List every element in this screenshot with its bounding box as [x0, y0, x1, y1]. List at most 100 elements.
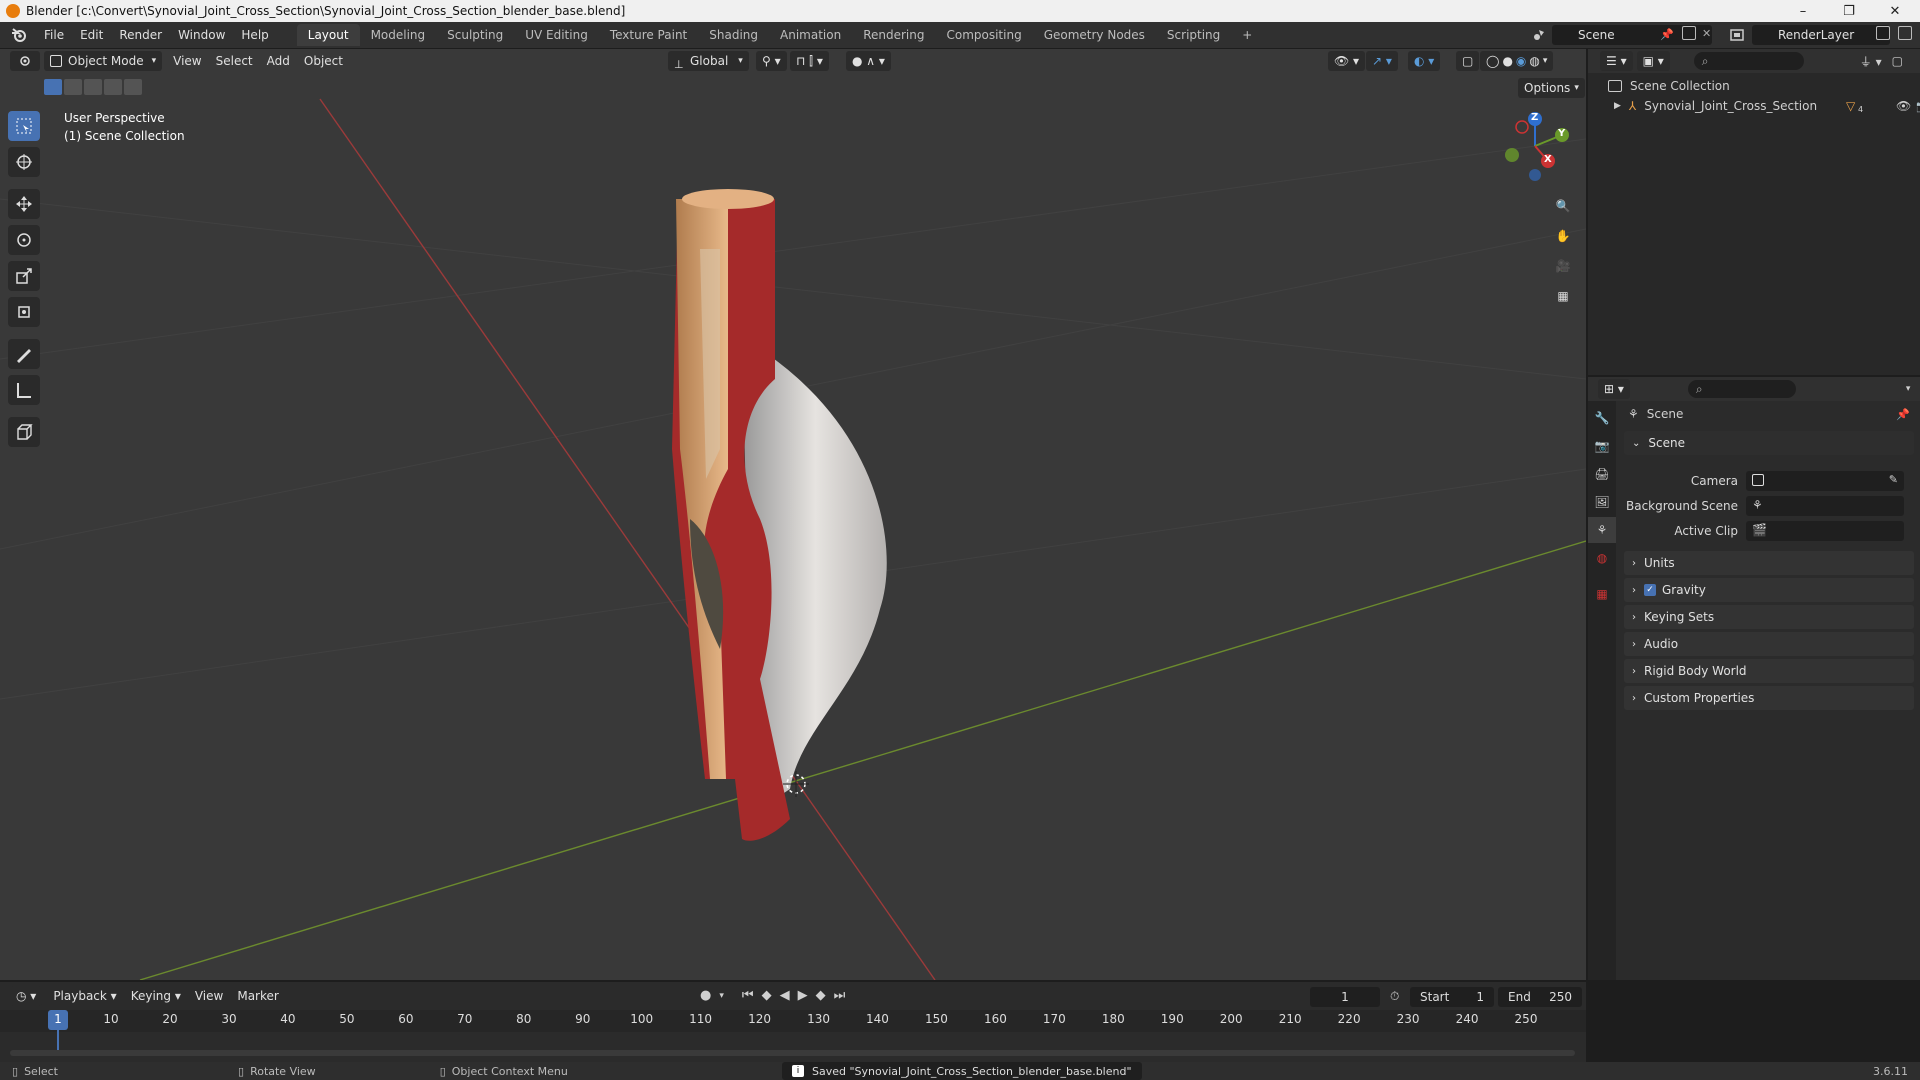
visibility-icon[interactable]: 👁 ▾: [1328, 51, 1366, 71]
tab-layout[interactable]: Layout: [296, 24, 360, 46]
shading-mode-icons[interactable]: ◯ ● ◉ ◍ ▾: [1480, 51, 1554, 71]
properties-editor-icon[interactable]: ⊞ ▾: [1598, 379, 1630, 399]
record-keyframe-icon[interactable]: ●: [700, 988, 711, 1003]
render-layer-field[interactable]: RenderLayer: [1752, 25, 1890, 45]
tab-shading[interactable]: Shading: [698, 24, 769, 46]
select-intersect-icon[interactable]: [124, 79, 142, 95]
viewport-menu-add[interactable]: Add: [260, 54, 297, 68]
end-frame-field[interactable]: End 250: [1498, 987, 1582, 1007]
view-layer-icon[interactable]: [1724, 26, 1750, 44]
tab-rendering[interactable]: Rendering: [852, 24, 935, 46]
rendered-shading-icon[interactable]: ◍: [1529, 51, 1539, 71]
render-tab-icon[interactable]: 📷: [1588, 433, 1616, 459]
outliner-search-input[interactable]: ⌕: [1693, 52, 1804, 70]
output-tab-icon[interactable]: 🖨: [1588, 461, 1616, 487]
transform-orientation-dropdown[interactable]: ⊥ Global ▾: [668, 51, 749, 71]
jump-keyframe-back-icon[interactable]: ◆: [762, 988, 772, 1003]
annotate-tool[interactable]: [8, 339, 40, 369]
gravity-checkbox[interactable]: ✓: [1644, 584, 1656, 596]
tab-compositing[interactable]: Compositing: [935, 24, 1032, 46]
audio-panel-header[interactable]: › Audio: [1624, 632, 1914, 656]
remove-layer-icon[interactable]: [1898, 26, 1912, 40]
minimize-button[interactable]: –: [1780, 0, 1826, 22]
options-dropdown[interactable]: Options ▾: [1518, 78, 1585, 98]
close-button[interactable]: ✕: [1872, 0, 1918, 22]
add-workspace-button[interactable]: +: [1231, 24, 1263, 46]
3d-viewport[interactable]: Object Mode ▾ View Select Add Object ⊥ G…: [0, 49, 1586, 980]
outliner-editor-icon[interactable]: ☰ ▾: [1600, 51, 1633, 71]
blender-menu-icon[interactable]: [10, 26, 28, 44]
viewport-menu-view[interactable]: View: [166, 54, 208, 68]
snap-icon[interactable]: ⊓ ⫿ ▾: [790, 51, 829, 71]
tab-uv-editing[interactable]: UV Editing: [514, 24, 599, 46]
world-tab-icon[interactable]: ◍: [1588, 545, 1616, 571]
menu-render[interactable]: Render: [111, 24, 170, 46]
filter-icon[interactable]: ⏚ ▾: [1860, 53, 1882, 70]
start-frame-field[interactable]: Start 1: [1410, 987, 1494, 1007]
texture-tab-icon[interactable]: ▦: [1588, 581, 1616, 607]
transform-tool[interactable]: [8, 297, 40, 327]
ortho-toggle-icon[interactable]: ▦: [1550, 283, 1576, 309]
menu-edit[interactable]: Edit: [72, 24, 111, 46]
zoom-view-icon[interactable]: 🔍: [1550, 193, 1576, 219]
cursor-tool[interactable]: [8, 147, 40, 177]
camera-view-icon[interactable]: 🎥: [1550, 253, 1576, 279]
rigid-body-world-panel-header[interactable]: › Rigid Body World: [1624, 659, 1914, 683]
select-new-icon[interactable]: [44, 79, 62, 95]
maximize-button[interactable]: ❐: [1826, 0, 1872, 22]
marker-menu[interactable]: Marker: [230, 989, 285, 1003]
scale-tool[interactable]: [8, 261, 40, 291]
material-shading-icon[interactable]: ◉: [1516, 51, 1526, 71]
gravity-panel-header[interactable]: › ✓ Gravity: [1624, 578, 1914, 602]
custom-properties-panel-header[interactable]: › Custom Properties: [1624, 686, 1914, 710]
select-subtract-icon[interactable]: [84, 79, 102, 95]
jump-end-icon[interactable]: ⏭: [834, 988, 846, 1003]
pin-icon[interactable]: 📌: [1896, 408, 1910, 421]
expand-arrow-icon[interactable]: ▶: [1614, 101, 1621, 111]
menu-window[interactable]: Window: [170, 24, 233, 46]
new-scene-icon[interactable]: [1682, 26, 1696, 40]
outliner-row-scene-collection[interactable]: Scene Collection: [1608, 79, 1730, 93]
viewport-menu-select[interactable]: Select: [209, 54, 260, 68]
menu-file[interactable]: File: [36, 24, 72, 46]
tab-modeling[interactable]: Modeling: [360, 24, 437, 46]
menu-help[interactable]: Help: [233, 24, 276, 46]
object-mode-dropdown[interactable]: Object Mode ▾: [44, 51, 163, 71]
new-layer-icon[interactable]: [1876, 26, 1890, 40]
wireframe-shading-icon[interactable]: ◯: [1486, 51, 1499, 71]
current-frame-field[interactable]: 1: [1310, 987, 1380, 1007]
add-cube-tool[interactable]: [8, 417, 40, 447]
render-camera-icon[interactable]: 📷: [1916, 100, 1920, 113]
rotate-tool[interactable]: [8, 225, 40, 255]
pivot-point-icon[interactable]: ⚲ ▾: [756, 51, 787, 71]
playback-menu[interactable]: Playback ▾: [46, 989, 123, 1003]
tab-texture-paint[interactable]: Texture Paint: [599, 24, 698, 46]
eyedropper-icon[interactable]: ✎: [1889, 473, 1898, 486]
timeline-scrollbar[interactable]: [10, 1050, 1575, 1056]
viewport-menu-object[interactable]: Object: [297, 54, 350, 68]
background-scene-field[interactable]: ⚘: [1746, 496, 1904, 516]
status-report[interactable]: i Saved "Synovial_Joint_Cross_Section_bl…: [782, 1062, 1142, 1080]
tab-animation[interactable]: Animation: [769, 24, 852, 46]
select-extend-icon[interactable]: [64, 79, 82, 95]
properties-search-input[interactable]: ⌕: [1687, 380, 1796, 398]
gizmo-toggle-icon[interactable]: ↗ ▾: [1366, 51, 1398, 71]
select-invert-icon[interactable]: [104, 79, 122, 95]
keying-menu[interactable]: Keying ▾: [124, 989, 188, 1003]
tab-scripting[interactable]: Scripting: [1156, 24, 1231, 46]
camera-field[interactable]: ✎: [1746, 471, 1904, 491]
xray-toggle-icon[interactable]: ▢: [1456, 51, 1480, 71]
delete-scene-icon[interactable]: ✕: [1702, 27, 1711, 40]
navigation-gizmo[interactable]: Z Y X: [1500, 111, 1570, 181]
jump-start-icon[interactable]: ⏮: [742, 988, 754, 1003]
overlay-toggle-icon[interactable]: ◐ ▾: [1408, 51, 1441, 71]
tab-geometry-nodes[interactable]: Geometry Nodes: [1033, 24, 1156, 46]
select-box-tool[interactable]: [8, 111, 40, 141]
solid-shading-icon[interactable]: ●: [1502, 51, 1512, 71]
proportional-edit-icon[interactable]: ● ∧ ▾: [846, 51, 891, 71]
jump-keyframe-forward-icon[interactable]: ◆: [816, 988, 826, 1003]
pin-scene-icon[interactable]: 📌: [1660, 28, 1674, 41]
outliner-row-object[interactable]: ▶ ⅄ Synovial_Joint_Cross_Section ▽ 4 👁 📷: [1614, 99, 1920, 114]
stopwatch-icon[interactable]: ⏱: [1390, 989, 1399, 1004]
measure-tool[interactable]: [8, 375, 40, 405]
